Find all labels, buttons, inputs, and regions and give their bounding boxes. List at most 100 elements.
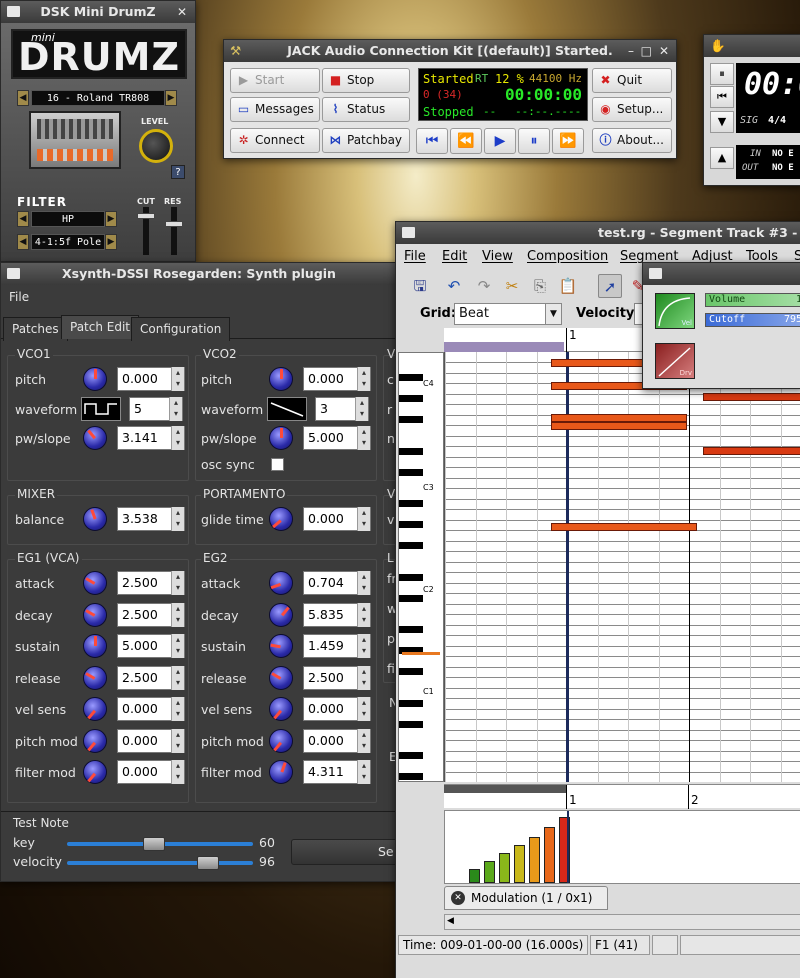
rewind-to-start-button[interactable]: ⏮ xyxy=(416,128,448,154)
black-key[interactable] xyxy=(399,595,423,602)
vco1-pw-spinbox[interactable]: 3.141 xyxy=(117,426,185,450)
eg2-decay-spinbox[interactable]: 5.835 xyxy=(303,602,371,627)
eg2-sustain-knob[interactable] xyxy=(269,634,293,658)
window-menu-icon[interactable] xyxy=(402,227,415,238)
fast-forward-button[interactable]: ⏩ xyxy=(552,128,584,154)
eg1-decay-knob[interactable] xyxy=(83,602,107,627)
clock-expand-button[interactable]: ▼ xyxy=(710,111,734,133)
eg1-sustain-knob[interactable] xyxy=(83,634,107,658)
black-key[interactable] xyxy=(399,626,423,633)
eg1-attack-knob[interactable] xyxy=(83,571,107,595)
eg2-pitch-mod-knob[interactable] xyxy=(269,728,293,753)
res-slider[interactable] xyxy=(165,207,183,255)
eg2-attack-spinbox[interactable]: 0.704 xyxy=(303,571,371,595)
window-menu-icon[interactable] xyxy=(7,268,20,279)
play-button[interactable]: ▶ xyxy=(484,128,516,154)
about-button[interactable]: ⓘ About... xyxy=(592,128,672,153)
controller-tab[interactable]: ✕ Modulation (1 / 0x1) xyxy=(444,886,608,910)
drumz-titlebar[interactable]: DSK Mini DrumZ ✕ xyxy=(1,1,195,23)
stop-button[interactable]: ■ Stop xyxy=(322,68,410,93)
save-icon[interactable]: 🖫 xyxy=(408,274,432,298)
kit-prev-button[interactable]: ◀ xyxy=(17,90,29,106)
tab-patch-edit[interactable]: Patch Edit xyxy=(61,315,140,339)
vco1-pw-knob[interactable] xyxy=(83,426,107,450)
matrix-grid[interactable] xyxy=(444,352,800,782)
vco2-pw-spinbox[interactable]: 5.000 xyxy=(303,426,371,450)
menu-view[interactable]: View xyxy=(482,249,513,264)
controller-value-bar[interactable] xyxy=(469,869,480,883)
menu-edit[interactable]: Edit xyxy=(442,249,467,264)
xsynth-titlebar[interactable]: Xsynth-DSSI Rosegarden: Synth plugin xyxy=(1,263,397,285)
volume-bar[interactable]: Volume 1 xyxy=(705,293,800,307)
patchbay-button[interactable]: ⋈ Patchbay xyxy=(322,128,410,153)
undo-icon[interactable]: ↶ xyxy=(442,274,466,298)
bottom-ruler[interactable]: 1 2 xyxy=(444,784,800,809)
eg2-pitch-mod-spinbox[interactable]: 0.000 xyxy=(303,728,371,753)
cut-icon[interactable]: ✂ xyxy=(500,274,524,298)
copy-icon[interactable]: ⎘ xyxy=(528,274,552,298)
pause-button[interactable]: ⏸ xyxy=(518,128,550,154)
black-key[interactable] xyxy=(399,773,423,780)
tab-configuration[interactable]: Configuration xyxy=(131,317,231,341)
black-key[interactable] xyxy=(399,668,423,675)
cut-slider[interactable] xyxy=(137,207,155,255)
vco1-waveform-spinbox[interactable]: 5 xyxy=(129,397,183,421)
black-key[interactable] xyxy=(399,395,423,402)
controller-value-bar[interactable] xyxy=(544,827,555,883)
menu-composition[interactable]: Composition xyxy=(527,249,608,264)
clock-titlebar[interactable]: ✋ xyxy=(704,35,800,57)
jack-titlebar[interactable]: ⚒ JACK Audio Connection Kit [(default)] … xyxy=(224,40,676,62)
velocity-slider[interactable] xyxy=(67,856,253,870)
black-key[interactable] xyxy=(399,500,423,507)
rewind-button[interactable]: ⏪ xyxy=(450,128,482,154)
black-key[interactable] xyxy=(399,448,423,455)
black-key[interactable] xyxy=(399,416,423,423)
key-slider-thumb[interactable] xyxy=(143,837,165,851)
eg1-decay-spinbox[interactable]: 2.500 xyxy=(117,602,185,627)
eg2-vel-sens-knob[interactable] xyxy=(269,697,293,721)
black-key[interactable] xyxy=(399,521,423,528)
vco2-waveform-spinbox[interactable]: 3 xyxy=(315,397,369,421)
horizontal-scrollbar[interactable]: ◀ xyxy=(444,914,800,930)
eg2-filter-mod-knob[interactable] xyxy=(269,760,293,784)
quit-button[interactable]: ✖ Quit xyxy=(592,68,672,93)
glide-time-knob[interactable] xyxy=(269,507,293,531)
minimize-icon[interactable]: – xyxy=(628,40,634,62)
connect-button[interactable]: ✲ Connect xyxy=(230,128,320,153)
osc-sync-checkbox[interactable] xyxy=(271,458,284,471)
redo-icon[interactable]: ↷ xyxy=(472,274,496,298)
black-key[interactable] xyxy=(399,721,423,728)
controller-ruler[interactable] xyxy=(444,810,800,884)
eg2-sustain-spinbox[interactable]: 1.459 xyxy=(303,634,371,658)
menu-file[interactable]: File xyxy=(404,249,426,264)
eg2-release-knob[interactable] xyxy=(269,665,293,690)
mixpop-titlebar[interactable] xyxy=(643,263,800,285)
eg2-attack-knob[interactable] xyxy=(269,571,293,595)
note-event[interactable] xyxy=(551,422,687,430)
messages-button[interactable]: ▭ Messages xyxy=(230,97,320,122)
rg-titlebar[interactable]: test.rg - Segment Track #3 - xyxy=(396,222,800,244)
cutoff-bar[interactable]: Cutoff 795 xyxy=(705,313,800,327)
controller-value-bar[interactable] xyxy=(499,853,510,883)
eg1-attack-spinbox[interactable]: 2.500 xyxy=(117,571,185,595)
eg1-filter-mod-knob[interactable] xyxy=(83,760,107,784)
window-menu-icon[interactable] xyxy=(7,6,20,17)
controller-value-bar[interactable] xyxy=(514,845,525,883)
black-key[interactable] xyxy=(399,542,423,549)
key-slider[interactable] xyxy=(67,837,253,851)
start-button[interactable]: ▶ Start xyxy=(230,68,320,93)
clock-rewind-button[interactable]: ⏮ xyxy=(710,86,734,108)
help-icon[interactable]: ? xyxy=(171,165,185,179)
black-key[interactable] xyxy=(399,574,423,581)
velocity-slider-thumb[interactable] xyxy=(197,856,219,870)
menu-file[interactable]: File xyxy=(9,290,29,304)
kit-next-button[interactable]: ▶ xyxy=(165,90,177,106)
vco1-pitch-knob[interactable] xyxy=(83,367,107,391)
controller-value-bar[interactable] xyxy=(529,837,540,883)
status-button[interactable]: ⌇ Status xyxy=(322,97,410,122)
eg1-vel-sens-spinbox[interactable]: 0.000 xyxy=(117,697,185,721)
close-icon[interactable]: ✕ xyxy=(659,40,669,62)
eg2-release-spinbox[interactable]: 2.500 xyxy=(303,665,371,690)
note-event[interactable] xyxy=(703,447,800,455)
vco2-pw-knob[interactable] xyxy=(269,426,293,450)
